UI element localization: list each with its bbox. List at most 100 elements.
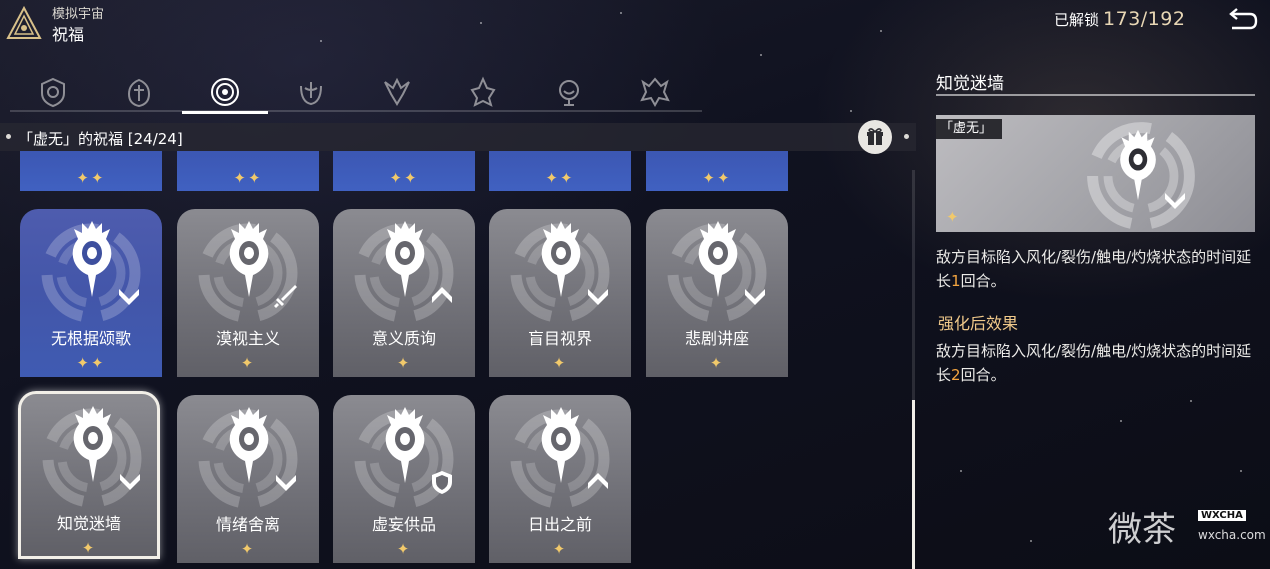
blessing-card[interactable]: 情绪舍离 ✦ <box>177 395 319 563</box>
chevron-down-icon <box>588 289 608 305</box>
destruction-path-icon <box>470 76 496 107</box>
card-stars: ✦✦ <box>76 169 106 187</box>
detail-description: 敌方目标陷入风化/裂伤/触电/灼烧状态的时间延长1回合。 <box>936 245 1262 293</box>
card-name: 盲目视界 <box>527 329 592 348</box>
unlock-counter: 已解锁 173/192 <box>1054 8 1185 30</box>
enhanced-effect-title: 强化后效果 <box>938 314 1019 333</box>
nihility-emblem-icon <box>229 407 269 483</box>
desc-value: 1 <box>951 272 961 290</box>
nihility-path-icon <box>211 78 239 106</box>
blessing-card-top-2[interactable]: ✦✦ <box>177 151 319 191</box>
tab-elation[interactable] <box>526 72 612 112</box>
bar-dot-left <box>6 134 11 139</box>
blessing-card-top-1[interactable]: ✦✦ <box>20 151 162 191</box>
enh-value: 2 <box>951 366 961 384</box>
desc-text-end: 回合。 <box>960 272 1006 290</box>
blessing-card[interactable]: 悲剧讲座 ✦ <box>646 209 788 377</box>
propagation-path-icon <box>640 77 670 108</box>
simulated-universe-logo-icon <box>6 6 42 39</box>
card-stars: ✦✦ <box>702 169 732 187</box>
nihility-emblem-icon <box>229 221 269 297</box>
tab-remembrance[interactable] <box>96 72 182 112</box>
chevron-up-icon <box>432 287 452 303</box>
unlock-label: 已解锁 <box>1054 11 1100 29</box>
unlock-count: 173/192 <box>1103 8 1186 30</box>
tab-the-hunt[interactable] <box>354 72 440 112</box>
card-name: 情绪舍离 <box>215 515 280 534</box>
mode-label: 模拟宇宙 <box>52 7 105 22</box>
nihility-emblem-icon <box>541 407 581 483</box>
blessing-card[interactable]: 知觉迷墙 ✦ <box>18 391 160 559</box>
nihility-emblem-icon <box>698 221 738 297</box>
path-tabs <box>10 72 702 114</box>
abundance-path-icon <box>300 82 322 106</box>
sword-icon <box>274 285 297 308</box>
detail-card-image: 「虚无」 ✦ <box>936 115 1255 232</box>
card-stars: ✦ <box>81 539 97 557</box>
tab-preservation[interactable] <box>10 72 96 112</box>
card-name: 漠视主义 <box>215 329 280 348</box>
blessing-card-top-5[interactable]: ✦✦ <box>646 151 788 191</box>
preservation-path-icon <box>41 77 65 108</box>
chevron-down-icon <box>120 474 140 490</box>
card-stars: ✦✦ <box>545 169 575 187</box>
blessing-card-top-4[interactable]: ✦✦ <box>489 151 631 191</box>
chevron-down-icon <box>745 289 765 305</box>
elation-path-icon <box>559 80 579 106</box>
card-stars: ✦ <box>240 354 256 372</box>
back-icon[interactable] <box>1224 6 1258 36</box>
chevron-down-icon <box>276 475 296 491</box>
nihility-emblem-icon <box>1120 129 1156 201</box>
nihility-emblem-icon <box>73 406 113 482</box>
path-blessing-bar: 「虚无」的祝福 [24/24] <box>0 120 916 154</box>
tab-propagation[interactable] <box>612 72 698 112</box>
watermark-url: wxcha.com <box>1198 528 1266 542</box>
blessing-card[interactable]: 意义质询 ✦ <box>333 209 475 377</box>
nihility-emblem-icon <box>385 407 425 483</box>
detail-path-tag: 「虚无」 <box>936 119 1003 139</box>
the-hunt-path-icon <box>384 77 410 106</box>
card-stars: ✦✦ <box>233 169 263 187</box>
chevron-up-icon <box>588 473 608 489</box>
blessing-card[interactable]: 漠视主义 ✦ <box>177 209 319 377</box>
blessing-card[interactable]: 盲目视界 ✦ <box>489 209 631 377</box>
blessing-card[interactable]: 日出之前 ✦ <box>489 395 631 563</box>
tab-destruction[interactable] <box>440 72 526 112</box>
card-stars: ✦✦ <box>389 169 419 187</box>
blessing-card-top-3[interactable]: ✦✦ <box>333 151 475 191</box>
card-stars: ✦ <box>552 540 568 558</box>
card-name: 意义质询 <box>371 329 436 348</box>
watermark-logo: 微茶 <box>1108 510 1176 550</box>
nihility-emblem-icon <box>385 221 425 297</box>
card-stars: ✦ <box>396 540 412 558</box>
remembrance-path-icon <box>127 78 151 108</box>
nihility-emblem-icon <box>72 221 112 297</box>
blessing-card[interactable]: 无根据颂歌 ✦✦ <box>20 209 162 377</box>
shield-icon <box>432 471 452 494</box>
card-name: 日出之前 <box>527 515 592 534</box>
tab-abundance[interactable] <box>268 72 354 112</box>
bar-dot-right <box>904 134 909 139</box>
gift-button[interactable] <box>858 120 892 154</box>
tab-nihility[interactable] <box>182 72 268 114</box>
detail-title: 知觉迷墙 <box>936 74 1004 94</box>
enhanced-description: 敌方目标陷入风化/裂伤/触电/灼烧状态的时间延长2回合。 <box>936 339 1262 387</box>
card-stars: ✦✦ <box>76 354 106 372</box>
card-stars: ✦ <box>709 354 725 372</box>
gift-icon <box>867 128 883 145</box>
chevron-down-icon <box>1165 193 1185 209</box>
detail-divider <box>936 94 1255 96</box>
chevron-down-icon <box>119 289 139 305</box>
card-stars: ✦ <box>552 354 568 372</box>
nihility-emblem-icon <box>541 221 581 297</box>
page-title: 祝福 <box>52 25 85 44</box>
card-stars: ✦ <box>240 540 256 558</box>
card-name: 知觉迷墙 <box>56 514 121 533</box>
card-name: 悲剧讲座 <box>684 329 749 348</box>
card-name: 无根据颂歌 <box>50 329 131 348</box>
detail-star: ✦ <box>946 208 959 226</box>
card-stars: ✦ <box>396 354 412 372</box>
scrollbar-thumb[interactable] <box>912 400 915 569</box>
card-name: 虚妄供品 <box>371 515 436 534</box>
blessing-card[interactable]: 虚妄供品 ✦ <box>333 395 475 563</box>
